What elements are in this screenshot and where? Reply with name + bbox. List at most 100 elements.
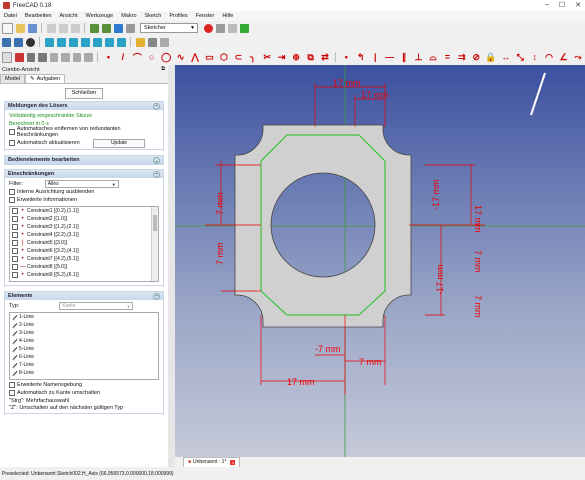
constraint-item[interactable]: • Constraint3 [(1.2),(2.1)] — [10, 223, 158, 231]
tab-model[interactable]: Model — [0, 74, 25, 83]
dimension-label[interactable]: -17 mm — [435, 264, 445, 295]
dimension-label[interactable]: 7 mm — [473, 250, 483, 273]
constrain-vertical-icon[interactable]: | — [370, 52, 380, 63]
fit-selection-icon[interactable] — [13, 37, 23, 47]
update-button[interactable]: Update — [93, 138, 145, 148]
element-item[interactable]: 7-Linie — [10, 361, 158, 369]
menu-makro[interactable]: Makro — [117, 13, 140, 19]
element-item[interactable]: 4-Linie — [10, 337, 158, 345]
constraints-header[interactable]: Einschränkungen ⌃ — [5, 170, 163, 178]
tab-aufgaben[interactable]: ✎ Aufgaben — [24, 74, 66, 83]
expand-icon[interactable]: ⌄ — [153, 157, 160, 164]
auto-switch-checkbox[interactable] — [9, 390, 15, 396]
dimension-label[interactable]: 17 mm — [333, 78, 361, 88]
section-view-icon[interactable] — [38, 52, 47, 62]
3d-viewport[interactable]: 17 mm 17 mm 7 mm 7 mm -17 mm -7 mm 17 mm… — [175, 65, 585, 457]
constrain-horizontal-icon[interactable]: — — [384, 52, 394, 63]
constrain-lock-icon[interactable]: 🔒 — [485, 52, 496, 63]
redo-icon[interactable] — [101, 23, 111, 33]
minimize-icon[interactable]: – — [545, 1, 549, 9]
link-icon[interactable] — [159, 37, 169, 47]
constrain-distance-icon[interactable]: ⤡ — [515, 52, 525, 63]
dimension-label[interactable]: -17 mm — [431, 179, 441, 210]
dimension-label[interactable]: 17 mm — [361, 90, 389, 100]
element-item[interactable]: 2-Linie — [10, 321, 158, 329]
dimension-label[interactable]: 17 mm — [287, 377, 315, 387]
constrain-horizontal-distance-icon[interactable]: ↔ — [501, 52, 511, 63]
auto-update-checkbox[interactable] — [9, 140, 15, 146]
constraint-item[interactable]: • Constraint2 [(1.0)] — [10, 215, 158, 223]
view-right-icon[interactable] — [80, 37, 90, 47]
element-item[interactable]: 6-Linie — [10, 353, 158, 361]
constraint-item[interactable]: | Constraint5 [(3.0)] — [10, 239, 158, 247]
constraint-list[interactable]: • Constraint1 [(0.2),(1.1)] • Constraint2 … — [9, 206, 159, 282]
view-sketch-icon[interactable] — [26, 52, 36, 62]
constraint-list-scrollbar[interactable] — [151, 207, 158, 281]
constrain-point-on-object-icon[interactable]: ↰ — [356, 52, 366, 63]
menu-datei[interactable]: Datei — [0, 13, 21, 19]
conic-icon[interactable]: ◯ — [161, 52, 171, 63]
copy-icon[interactable] — [58, 23, 68, 33]
dimension-label[interactable]: 7 mm — [215, 243, 225, 266]
menu-sketch[interactable]: Sketch — [141, 13, 166, 19]
constraint-item[interactable]: • Constraint9 [(5.2),(6.1)] — [10, 271, 158, 279]
collapse-icon[interactable]: ⌃ — [153, 171, 160, 178]
slot-icon[interactable]: ⊂ — [233, 52, 243, 63]
save-icon[interactable] — [27, 23, 37, 33]
map-sketch-icon[interactable] — [49, 52, 59, 62]
menu-fenster[interactable]: Fenster — [192, 13, 219, 19]
constrain-block-icon[interactable]: ⊘ — [471, 52, 481, 63]
menu-bearbeiten[interactable]: Bearbeiten — [21, 13, 56, 19]
constraint-checkbox[interactable] — [12, 208, 18, 214]
constrain-tangent-icon[interactable]: ⌓ — [428, 52, 438, 63]
leave-sketch-icon[interactable] — [15, 52, 24, 62]
constrain-vertical-distance-icon[interactable]: ↕ — [529, 52, 539, 63]
constraint-item[interactable]: • Constraint6 [(3.2),(4.1)] — [10, 247, 158, 255]
constrain-coincident-icon[interactable]: • — [341, 52, 351, 63]
polygon-icon[interactable]: ⬡ — [219, 52, 229, 63]
new-sketch-icon[interactable] — [1, 51, 13, 63]
trim-icon[interactable]: ✂ — [262, 52, 272, 63]
bspline-icon[interactable]: ∿ — [175, 52, 185, 63]
execute-macro-icon[interactable] — [239, 23, 249, 33]
fit-all-icon[interactable] — [1, 37, 11, 47]
measure-icon[interactable] — [147, 37, 157, 47]
point-icon[interactable]: • — [103, 52, 113, 63]
dimension-label[interactable]: 7 mm — [359, 357, 382, 367]
element-item[interactable]: 3-Linie — [10, 329, 158, 337]
type-select[interactable]: Kante ▼ — [59, 302, 134, 310]
fillet-icon[interactable]: ╮ — [248, 52, 258, 63]
dimension-label[interactable]: 7 mm — [473, 295, 483, 318]
document-tab[interactable]: ■ Unbenannt : 1* × — [183, 456, 241, 468]
constraint-checkbox[interactable] — [12, 256, 18, 262]
circle-icon[interactable]: ○ — [147, 52, 157, 63]
constrain-perpendicular-icon[interactable]: ⊥ — [413, 52, 423, 63]
close-button[interactable]: Schließen — [65, 88, 103, 99]
constraint-checkbox[interactable] — [12, 248, 18, 254]
collapse-icon[interactable]: ⌃ — [153, 293, 160, 300]
constraint-checkbox[interactable] — [12, 272, 18, 278]
part-icon[interactable] — [135, 37, 145, 47]
constrain-snell-icon[interactable]: ⤳ — [573, 52, 583, 63]
maximize-icon[interactable]: ☐ — [559, 1, 565, 9]
constrain-angle-icon[interactable]: ∠ — [558, 52, 568, 63]
view-left-icon[interactable] — [116, 37, 126, 47]
constrain-parallel-icon[interactable]: ∥ — [399, 52, 409, 63]
close-icon[interactable]: ✕ — [575, 1, 581, 9]
hide-internal-checkbox[interactable] — [9, 189, 15, 195]
merge-sketch-icon[interactable] — [84, 52, 93, 62]
menu-werkzeuge[interactable]: Werkzeuge — [82, 13, 118, 19]
element-item[interactable]: 5-Linie — [10, 345, 158, 353]
float-icon[interactable]: ⧉ — [161, 66, 165, 73]
stop-macro-icon[interactable] — [215, 23, 225, 33]
extended-naming-checkbox[interactable] — [9, 382, 15, 388]
constrain-symmetric-icon[interactable]: ⇉ — [457, 52, 467, 63]
elements-header[interactable]: Elemente ⌃ — [5, 292, 163, 300]
constraint-checkbox[interactable] — [12, 232, 18, 238]
view-bottom-icon[interactable] — [104, 37, 114, 47]
extended-info-checkbox[interactable] — [9, 197, 15, 203]
record-macro-icon[interactable] — [203, 23, 213, 33]
undo-icon[interactable] — [89, 23, 99, 33]
constrain-radius-icon[interactable]: ◠ — [544, 52, 554, 63]
view-rear-icon[interactable] — [92, 37, 102, 47]
